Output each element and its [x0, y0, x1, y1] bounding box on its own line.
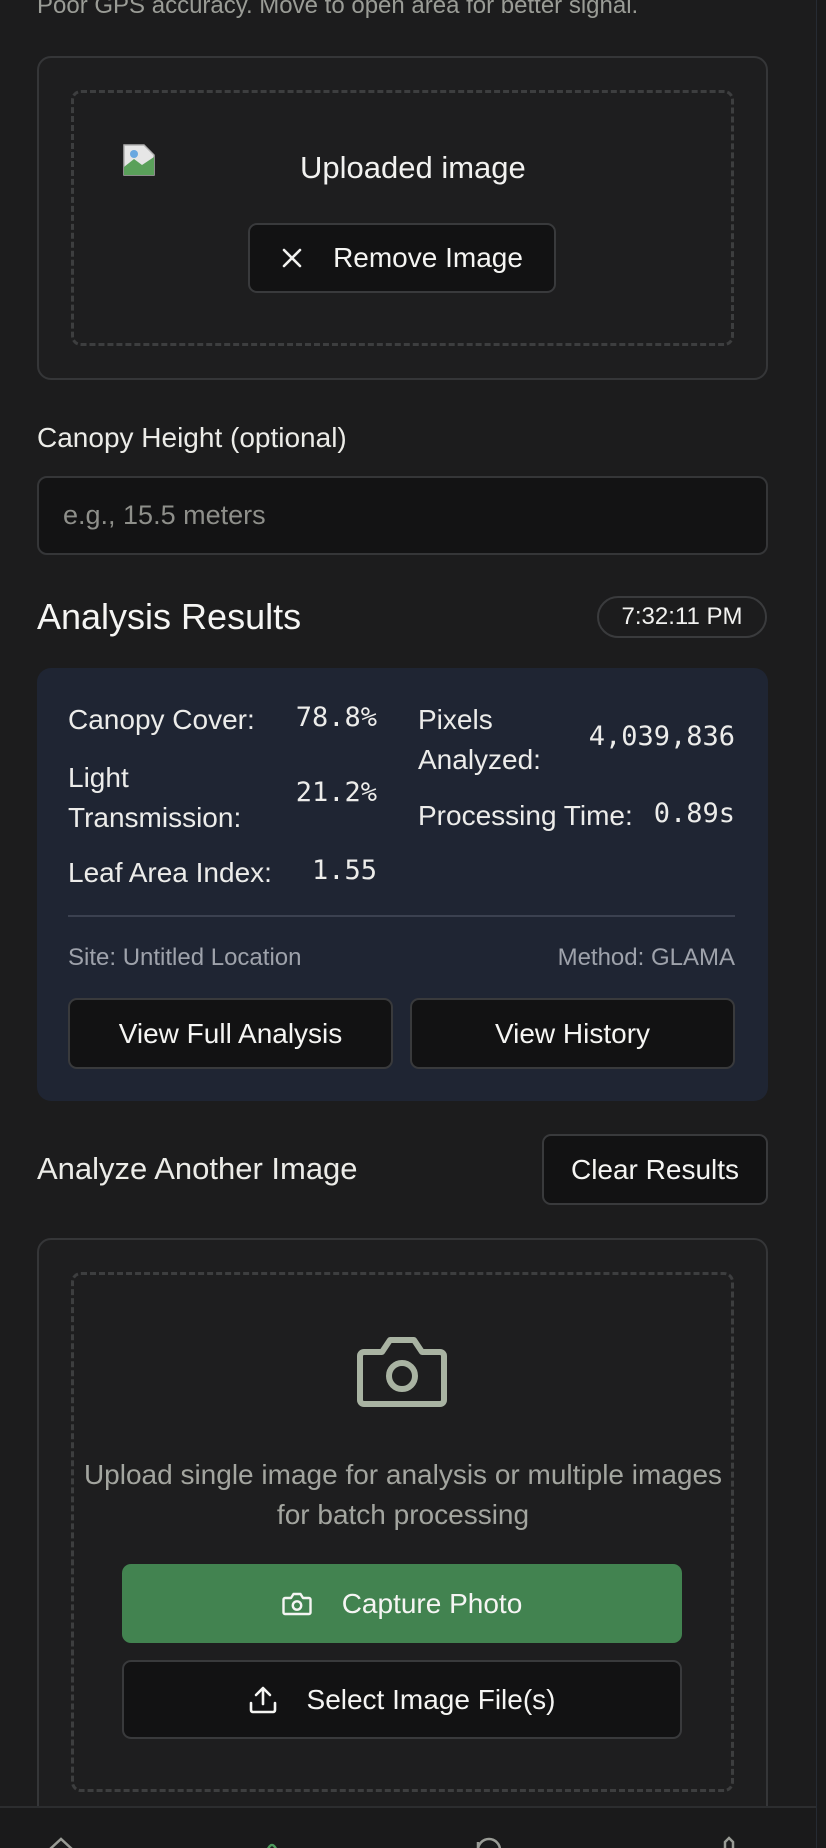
leaf-icon[interactable] [264, 1838, 280, 1848]
remove-image-button[interactable]: Remove Image [248, 223, 556, 293]
canopy-cover-label: Canopy Cover: [68, 704, 255, 735]
view-history-label: View History [494, 1017, 651, 1049]
camera-icon [356, 1334, 448, 1413]
light-transmission-label: Light Transmission: [68, 762, 242, 833]
canopy-height-label: Canopy Height (optional) [37, 422, 347, 453]
view-history-button[interactable]: View History [410, 998, 735, 1069]
view-full-analysis-label: View Full Analysis [118, 1017, 343, 1049]
light-transmission-value: 21.2% [295, 777, 377, 808]
clear-results-label: Clear Results [570, 1153, 740, 1185]
broken-image-icon [122, 143, 156, 177]
leaf-area-index-value: 1.55 [311, 855, 377, 886]
analysis-results-panel: Canopy Cover: 78.8% Light Transmission: … [37, 668, 768, 1101]
pixels-analyzed-label: Pixels Analyzed: [418, 704, 541, 775]
analysis-results-title: Analysis Results [37, 596, 302, 637]
upload-icon [249, 1686, 277, 1714]
processing-time-label: Processing Time: [418, 800, 633, 831]
bottom-navigation [0, 1806, 816, 1848]
scrollbar[interactable] [816, 0, 826, 1848]
analyze-another-title: Analyze Another Image [37, 1151, 358, 1186]
history-icon[interactable] [474, 1836, 504, 1848]
select-image-files-label: Select Image File(s) [306, 1683, 556, 1715]
close-icon [281, 247, 303, 269]
home-icon[interactable] [46, 1836, 76, 1848]
uploaded-image-alt-text: Uploaded image [300, 150, 526, 185]
upload-instructions: Upload single image for analysis or mult… [83, 1459, 723, 1530]
remove-image-label: Remove Image [333, 242, 523, 273]
view-full-analysis-button[interactable]: View Full Analysis [68, 998, 393, 1069]
select-image-files-button[interactable]: Select Image File(s) [122, 1660, 682, 1739]
results-timestamp-badge: 7:32:11 PM [597, 596, 767, 638]
processing-time-value: 0.89s [653, 798, 735, 829]
gps-accuracy-warning: Poor GPS accuracy. Move to open area for… [37, 0, 639, 19]
camera-small-icon [282, 1592, 312, 1616]
capture-photo-label: Capture Photo [341, 1587, 523, 1619]
pixels-analyzed-value: 4,039,836 [588, 721, 735, 752]
settings-icon[interactable] [716, 1836, 742, 1848]
capture-photo-button[interactable]: Capture Photo [122, 1564, 682, 1643]
results-divider [68, 915, 735, 917]
analysis-method: Method: GLAMA [557, 944, 735, 971]
clear-results-button[interactable]: Clear Results [542, 1134, 768, 1205]
leaf-area-index-label: Leaf Area Index: [68, 857, 272, 888]
canopy-cover-value: 78.8% [295, 702, 377, 733]
site-name: Site: Untitled Location [68, 944, 302, 971]
canopy-height-input[interactable] [37, 476, 768, 555]
upload-dropzone [71, 90, 734, 346]
